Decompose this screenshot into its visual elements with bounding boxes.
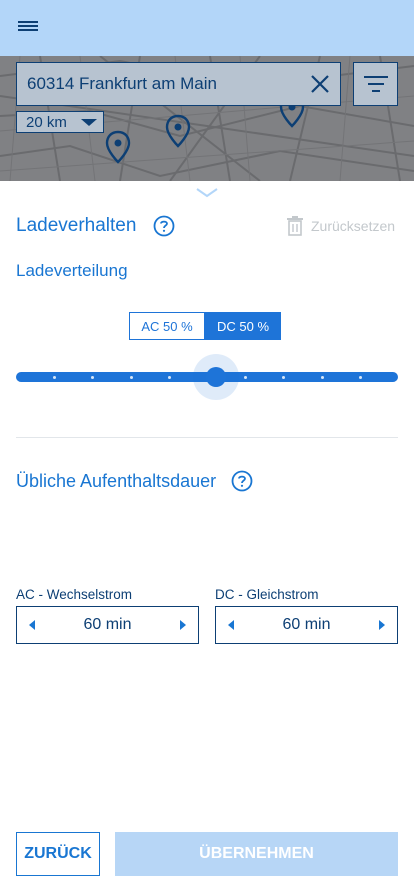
ac-duration-label: AC - Wechselstrom	[16, 587, 133, 602]
location-search-value[interactable]: 60314 Frankfurt am Main	[27, 74, 300, 94]
radius-select[interactable]: 20 km	[16, 111, 104, 133]
close-icon[interactable]	[300, 64, 340, 104]
filter-button[interactable]	[353, 62, 398, 106]
top-app-bar	[0, 0, 414, 56]
apply-button[interactable]: ÜBERNEHMEN	[115, 832, 398, 876]
increment-arrow-icon[interactable]	[177, 618, 189, 632]
location-search-field[interactable]: 60314 Frankfurt am Main	[16, 62, 341, 106]
distribution-label: Ladeverteilung	[16, 261, 128, 280]
slider-thumb[interactable]	[206, 367, 226, 387]
decrement-arrow-icon[interactable]	[26, 618, 38, 632]
ac-duration-value: 60 min	[83, 616, 132, 633]
increment-arrow-icon[interactable]	[376, 618, 388, 632]
hamburger-menu-icon[interactable]	[16, 18, 40, 38]
radius-value: 20 km	[26, 113, 67, 131]
slider-tick	[320, 376, 324, 379]
trash-icon	[287, 216, 303, 236]
dc-toggle-button[interactable]: DC 50 %	[205, 312, 281, 340]
ac-dc-toggle: AC 50 % DC 50 %	[129, 312, 281, 340]
dc-duration-label: DC - Gleichstrom	[215, 587, 319, 602]
slider-tick	[358, 376, 362, 379]
ac-toggle-button[interactable]: AC 50 %	[129, 312, 205, 340]
reset-button[interactable]: Zurücksetzen	[286, 216, 395, 236]
filter-icon	[363, 76, 388, 92]
section-title-duration: Übliche Aufenthaltsdauer	[16, 471, 217, 491]
slider-tick	[129, 376, 133, 379]
chevron-down-icon[interactable]	[196, 187, 218, 199]
reset-label: Zurücksetzen	[311, 218, 396, 234]
section-title-charging: Ladeverhalten	[16, 215, 137, 236]
help-icon[interactable]	[231, 470, 253, 492]
charging-behavior-sheet: Ladeverhalten Zurücksetzen Ladeverteilun…	[0, 181, 414, 896]
slider-tick	[167, 376, 171, 379]
triangle-down-icon	[81, 119, 97, 126]
map-pin-icon[interactable]	[104, 130, 132, 164]
ac-duration-stepper: 60 min	[16, 606, 199, 644]
dc-duration-value: 60 min	[282, 616, 331, 633]
map-pin-icon[interactable]	[164, 114, 192, 148]
decrement-arrow-icon[interactable]	[225, 618, 237, 632]
back-button[interactable]: ZURÜCK	[16, 832, 100, 876]
divider	[16, 437, 398, 438]
distribution-slider[interactable]	[16, 354, 398, 400]
dc-duration-stepper: 60 min	[215, 606, 398, 644]
help-icon[interactable]	[153, 215, 175, 237]
